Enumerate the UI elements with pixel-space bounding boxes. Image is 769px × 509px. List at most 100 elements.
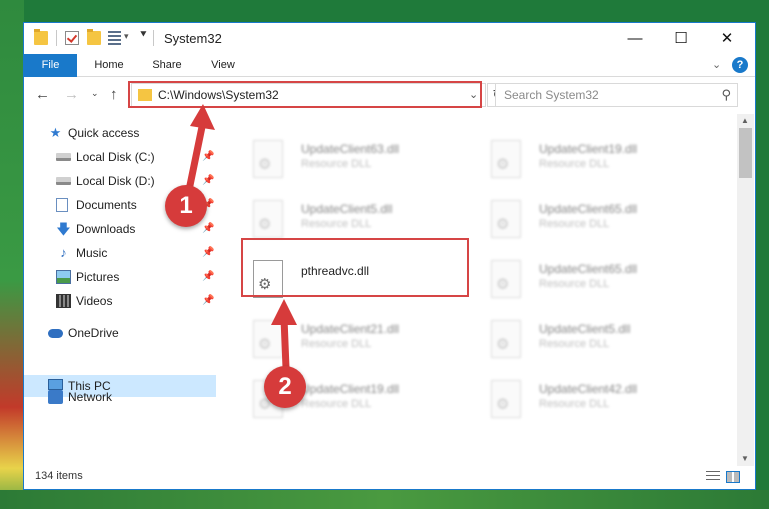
- file-name: UpdateClient42.dll: [539, 382, 638, 396]
- up-arrow-icon[interactable]: ↑: [110, 86, 118, 103]
- tab-view[interactable]: View: [198, 54, 248, 77]
- search-placeholder: Search System32: [504, 88, 599, 102]
- document-icon: [56, 198, 68, 212]
- address-bar[interactable]: C:\Windows\System32 ⌄: [131, 83, 486, 107]
- pin-icon[interactable]: 📌: [202, 266, 214, 288]
- minimize-button[interactable]: —: [612, 23, 658, 54]
- file-type: Resource DLL: [301, 398, 372, 410]
- dll-file-icon: [491, 260, 521, 298]
- chevron-down-icon[interactable]: ▾: [124, 31, 129, 42]
- file-item[interactable]: UpdateClient5.dll Resource DLL: [241, 194, 466, 248]
- nav-item-videos[interactable]: Videos 📌: [56, 290, 218, 312]
- file-type: Resource DLL: [301, 218, 372, 230]
- file-name: UpdateClient21.dll: [301, 322, 400, 336]
- dll-file-icon: [253, 140, 283, 178]
- dll-file-icon: [253, 260, 283, 298]
- properties-check-icon[interactable]: [65, 31, 79, 45]
- nav-item-label: Quick access: [68, 126, 140, 140]
- nav-item-label: Videos: [76, 294, 113, 308]
- file-type: Resource DLL: [539, 338, 610, 350]
- music-icon: ♪: [60, 245, 67, 260]
- file-type: Resource DLL: [539, 278, 610, 290]
- dll-file-icon: [491, 140, 521, 178]
- pin-icon[interactable]: 📌: [202, 146, 214, 168]
- status-bar: 134 items: [24, 466, 755, 489]
- address-row: ← → ⌄ ↑ C:\Windows\System32 ⌄ ↻ Search S…: [24, 78, 755, 114]
- maximize-button[interactable]: ☐: [658, 23, 704, 54]
- disk-icon: [56, 153, 71, 161]
- file-item[interactable]: UpdateClient21.dll Resource DLL: [241, 314, 466, 368]
- file-list: UpdateClient63.dll Resource DLL UpdateCl…: [229, 114, 737, 466]
- file-name: UpdateClient65.dll: [539, 262, 638, 276]
- search-icon[interactable]: ⚲: [721, 87, 731, 103]
- dll-file-icon: [491, 320, 521, 358]
- back-arrow-icon[interactable]: ←: [35, 86, 50, 103]
- pictures-icon: [56, 270, 71, 284]
- file-item[interactable]: UpdateClient19.dll Resource DLL: [479, 134, 704, 188]
- navigation-pane: ★ Quick access Local Disk (C:) 📌 Local D…: [24, 114, 219, 466]
- file-name: pthreadvc.dll: [301, 264, 370, 278]
- dll-file-icon: [253, 200, 283, 238]
- step-1-badge: 1: [165, 185, 207, 227]
- nav-item-music[interactable]: ♪ Music 📌: [56, 242, 218, 264]
- nav-item-network[interactable]: Network: [48, 386, 218, 408]
- new-folder-icon[interactable]: [87, 29, 101, 45]
- file-explorer-window: ▾ ⯆ System32 — ☐ ✕ File Home Share View …: [23, 22, 756, 490]
- dll-file-icon: [491, 200, 521, 238]
- tab-file[interactable]: File: [24, 54, 77, 77]
- close-button[interactable]: ✕: [704, 23, 750, 54]
- videos-icon: [56, 294, 71, 308]
- scrollbar-thumb[interactable]: [739, 128, 752, 178]
- file-item[interactable]: UpdateClient65.dll Resource DLL: [479, 254, 704, 308]
- file-item-pthreadvc[interactable]: pthreadvc.dll: [241, 254, 466, 308]
- file-type: Resource DLL: [539, 398, 610, 410]
- tab-home[interactable]: Home: [84, 54, 134, 77]
- file-type: Resource DLL: [301, 338, 372, 350]
- disk-icon: [56, 177, 71, 185]
- nav-item-quick-access[interactable]: ★ Quick access: [48, 122, 218, 144]
- nav-item-label: Music: [76, 246, 108, 260]
- folder-icon: [138, 89, 152, 101]
- search-input[interactable]: Search System32 ⚲: [495, 83, 738, 107]
- file-name: UpdateClient5.dll: [301, 202, 393, 216]
- file-item[interactable]: UpdateClient63.dll Resource DLL: [241, 134, 466, 188]
- file-type: Resource DLL: [539, 158, 610, 170]
- pin-icon[interactable]: 📌: [202, 242, 214, 264]
- title-bar: ▾ ⯆ System32 — ☐ ✕: [24, 23, 755, 54]
- expand-ribbon-icon[interactable]: ⌄: [712, 58, 721, 71]
- window-title: System32: [164, 31, 222, 46]
- tab-share[interactable]: Share: [142, 54, 192, 77]
- vertical-scrollbar[interactable]: ▲ ▼: [737, 114, 754, 466]
- properties-icon[interactable]: [108, 31, 121, 45]
- pin-icon[interactable]: 📌: [202, 218, 214, 240]
- file-type: Resource DLL: [301, 158, 372, 170]
- nav-item-local-disk-c[interactable]: Local Disk (C:) 📌: [56, 146, 218, 168]
- file-item[interactable]: UpdateClient42.dll Resource DLL: [479, 374, 704, 428]
- recent-locations-icon[interactable]: ⌄: [91, 88, 99, 99]
- customize-toolbar-icon[interactable]: ⯆: [139, 29, 148, 42]
- folder-icon: [34, 29, 48, 45]
- pin-icon[interactable]: 📌: [202, 170, 214, 192]
- pin-icon[interactable]: 📌: [202, 290, 214, 312]
- desktop-background: [0, 0, 24, 509]
- nav-item-onedrive[interactable]: OneDrive: [48, 322, 218, 344]
- nav-item-label: Local Disk (C:): [76, 150, 155, 164]
- chevron-down-icon[interactable]: ⌄: [469, 88, 478, 101]
- file-name: UpdateClient63.dll: [301, 142, 400, 156]
- file-item[interactable]: UpdateClient65.dll Resource DLL: [479, 194, 704, 248]
- network-icon: [48, 390, 63, 404]
- details-view-icon[interactable]: [706, 471, 720, 483]
- file-type: Resource DLL: [539, 218, 610, 230]
- file-item[interactable]: UpdateClient5.dll Resource DLL: [479, 314, 704, 368]
- forward-arrow-icon[interactable]: →: [64, 86, 79, 103]
- address-path[interactable]: C:\Windows\System32: [158, 88, 279, 102]
- items-count: 134 items: [35, 470, 83, 482]
- scroll-up-icon[interactable]: ▲: [741, 116, 749, 125]
- scroll-down-icon[interactable]: ▼: [741, 454, 749, 463]
- download-icon: 🡇: [56, 221, 71, 237]
- nav-item-pictures[interactable]: Pictures 📌: [56, 266, 218, 288]
- nav-item-label: Downloads: [76, 222, 136, 236]
- large-icons-view-icon[interactable]: [726, 471, 740, 483]
- help-icon[interactable]: ?: [732, 57, 748, 73]
- nav-item-label: Documents: [76, 198, 137, 212]
